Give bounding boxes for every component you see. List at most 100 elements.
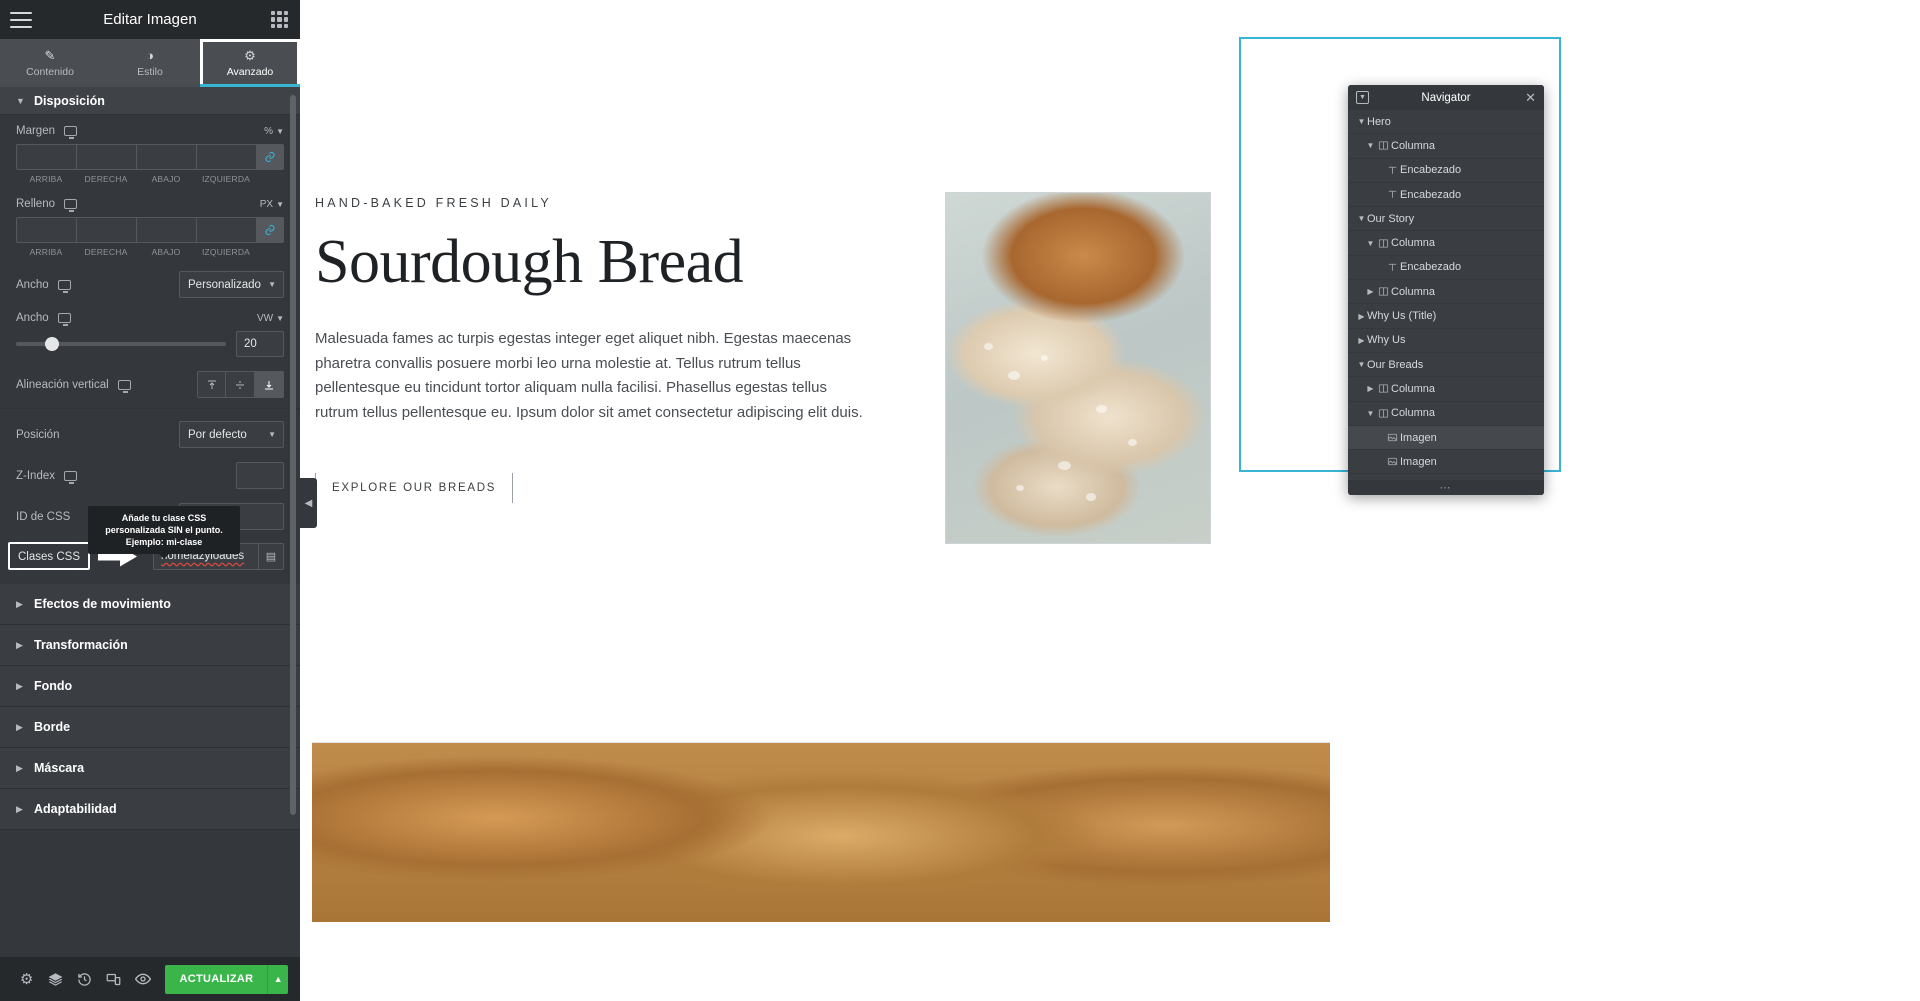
ancho-slider-handle[interactable] (44, 337, 59, 351)
navigator-item[interactable]: Imagen (1348, 450, 1544, 475)
chevron-down-icon[interactable]: ▼ (1365, 409, 1376, 418)
navigator-item[interactable]: ▶ Why Us (Title) (1348, 304, 1544, 329)
chevron-right-icon[interactable]: ▶ (1365, 384, 1376, 393)
section-adaptabilidad[interactable]: ▶ Adaptabilidad (0, 789, 300, 830)
history-icon[interactable] (70, 957, 99, 1001)
section-mascara[interactable]: ▶ Máscara (0, 748, 300, 789)
heading-icon (1385, 189, 1400, 200)
relleno-unit-selector[interactable]: PX ▼ (260, 199, 284, 210)
chevron-right-icon[interactable]: ▶ (1356, 312, 1367, 321)
chevron-down-icon[interactable]: ▼ (1356, 360, 1367, 369)
tab-estilo[interactable]: ◑ Estilo (100, 39, 200, 87)
navigator-item[interactable]: Imagen (1348, 425, 1544, 451)
hero-bread-image[interactable] (945, 192, 1211, 544)
align-top-button[interactable] (197, 371, 226, 398)
navigator-item[interactable]: Encabezado (1348, 256, 1544, 281)
update-button[interactable]: ACTUALIZAR (165, 964, 268, 994)
pencil-icon: ✎ (44, 47, 56, 63)
chevron-down-icon[interactable]: ▼ (1356, 214, 1367, 223)
margen-left-input[interactable] (196, 144, 256, 170)
tab-contenido[interactable]: ✎ Contenido (0, 39, 100, 87)
section-borde[interactable]: ▶ Borde (0, 707, 300, 748)
relleno-bottom-input[interactable] (136, 217, 196, 243)
chevron-right-icon: ▶ (16, 639, 23, 650)
desktop-icon[interactable] (57, 279, 71, 293)
ancho-slider[interactable] (16, 337, 226, 351)
relleno-label-arriba: ARRIBA (29, 247, 63, 257)
margen-bottom-input[interactable] (136, 144, 196, 170)
panel-scrollbar-thumb[interactable] (290, 95, 296, 815)
desktop-icon[interactable] (57, 313, 71, 326)
relleno-right-input[interactable] (76, 217, 136, 243)
close-icon[interactable]: ✕ (1525, 91, 1536, 104)
desktop-icon[interactable] (64, 126, 77, 139)
layers-icon[interactable] (41, 957, 70, 1001)
section-fondo[interactable]: ▶ Fondo (0, 666, 300, 707)
panel-collapse-handle[interactable]: ◀ (300, 478, 317, 528)
navigator-item-label: Why Us (Title) (1367, 310, 1437, 323)
desktop-icon[interactable] (64, 470, 77, 484)
lower-bread-image[interactable] (312, 742, 1330, 922)
chevron-down-icon[interactable]: ▼ (1365, 239, 1376, 248)
image-icon (1385, 432, 1400, 443)
apps-grid-icon[interactable] (271, 11, 288, 28)
navigator-item[interactable]: ▶ Columna (1348, 377, 1544, 402)
gear-icon[interactable]: ⚙ (12, 957, 41, 1001)
navigator-item[interactable]: ▼ Hero (1348, 110, 1544, 135)
navigator-item[interactable]: ▼ Columna (1348, 231, 1544, 256)
navigator-item[interactable]: ▼ Columna (1348, 134, 1544, 159)
section-disposicion[interactable]: ▼ Disposición (0, 87, 300, 115)
ancho-number-input[interactable]: 20 (236, 331, 284, 357)
zindex-input[interactable] (236, 462, 284, 489)
chevron-down-icon[interactable]: ▼ (1365, 141, 1376, 150)
desktop-icon[interactable] (117, 379, 131, 393)
margen-link-icon[interactable] (256, 144, 284, 170)
relleno-label-derecha: DERECHA (84, 247, 128, 257)
margen-unit-selector[interactable]: % ▼ (264, 126, 284, 137)
column-icon (1376, 238, 1391, 249)
align-middle-button[interactable] (226, 371, 255, 398)
caret-placeholder (1374, 190, 1385, 199)
tab-avanzado[interactable]: ⚙ Avanzado (200, 39, 300, 87)
desktop-icon[interactable] (64, 199, 77, 212)
relleno-side-labels: ARRIBA DERECHA ABAJO IZQUIERDA (16, 243, 284, 257)
panel-scrollbar[interactable] (290, 89, 298, 955)
update-options-caret-icon[interactable]: ▲ (267, 964, 289, 994)
section-disposicion-label: Disposición (34, 93, 105, 108)
navigator-resize-handle[interactable]: ⋯ (1348, 480, 1544, 495)
hamburger-icon[interactable] (10, 11, 32, 28)
posicion-value: Por defecto (188, 428, 247, 441)
tab-estilo-label: Estilo (137, 65, 163, 78)
responsive-icon[interactable] (99, 957, 128, 1001)
ancho-modo-select[interactable]: Personalizado ▼ (179, 271, 284, 298)
margen-top-input[interactable] (16, 144, 76, 170)
navigator-item[interactable]: Encabezado (1348, 159, 1544, 183)
section-efectos-de-movimiento[interactable]: ▶ Efectos de movimiento (0, 584, 300, 625)
ancho-unit-selector[interactable]: VW ▼ (257, 313, 284, 324)
navigator-item[interactable]: Encabezado (1348, 183, 1544, 208)
navigator-item[interactable]: ▶ Why Us (1348, 329, 1544, 353)
relleno-top-input[interactable] (16, 217, 76, 243)
chevron-right-icon: ▶ (16, 721, 23, 732)
dock-icon[interactable]: ▼ (1356, 91, 1369, 104)
navigator-item[interactable]: ▶ Columna (1348, 280, 1544, 305)
elementor-editor-screen: Editar Imagen ✎ Contenido ◑ Estilo ⚙ Ava… (0, 0, 1920, 1001)
navigator-item[interactable]: ▼ Columna (1348, 402, 1544, 426)
css-classes-dynamic-button[interactable]: ▤ (258, 542, 284, 570)
relleno-link-icon[interactable] (256, 217, 284, 243)
margen-right-input[interactable] (76, 144, 136, 170)
column-icon (1376, 408, 1391, 419)
eye-icon[interactable] (128, 957, 157, 1001)
section-transformacion[interactable]: ▶ Transformación (0, 625, 300, 666)
chevron-right-icon[interactable]: ▶ (1365, 287, 1376, 296)
chevron-down-icon[interactable]: ▼ (1356, 117, 1367, 126)
explore-breads-button[interactable]: EXPLORE OUR BREADS (315, 473, 514, 504)
navigator-item[interactable]: ▼ Our Breads (1348, 353, 1544, 378)
margen-label-abajo: ABAJO (151, 174, 181, 184)
relleno-left-input[interactable] (196, 217, 256, 243)
navigator-item-label: Encabezado (1400, 261, 1462, 274)
posicion-select[interactable]: Por defecto ▼ (179, 421, 284, 448)
navigator-item[interactable]: ▼ Our Story (1348, 207, 1544, 232)
align-bottom-button[interactable] (255, 371, 284, 398)
chevron-right-icon[interactable]: ▶ (1356, 336, 1367, 345)
